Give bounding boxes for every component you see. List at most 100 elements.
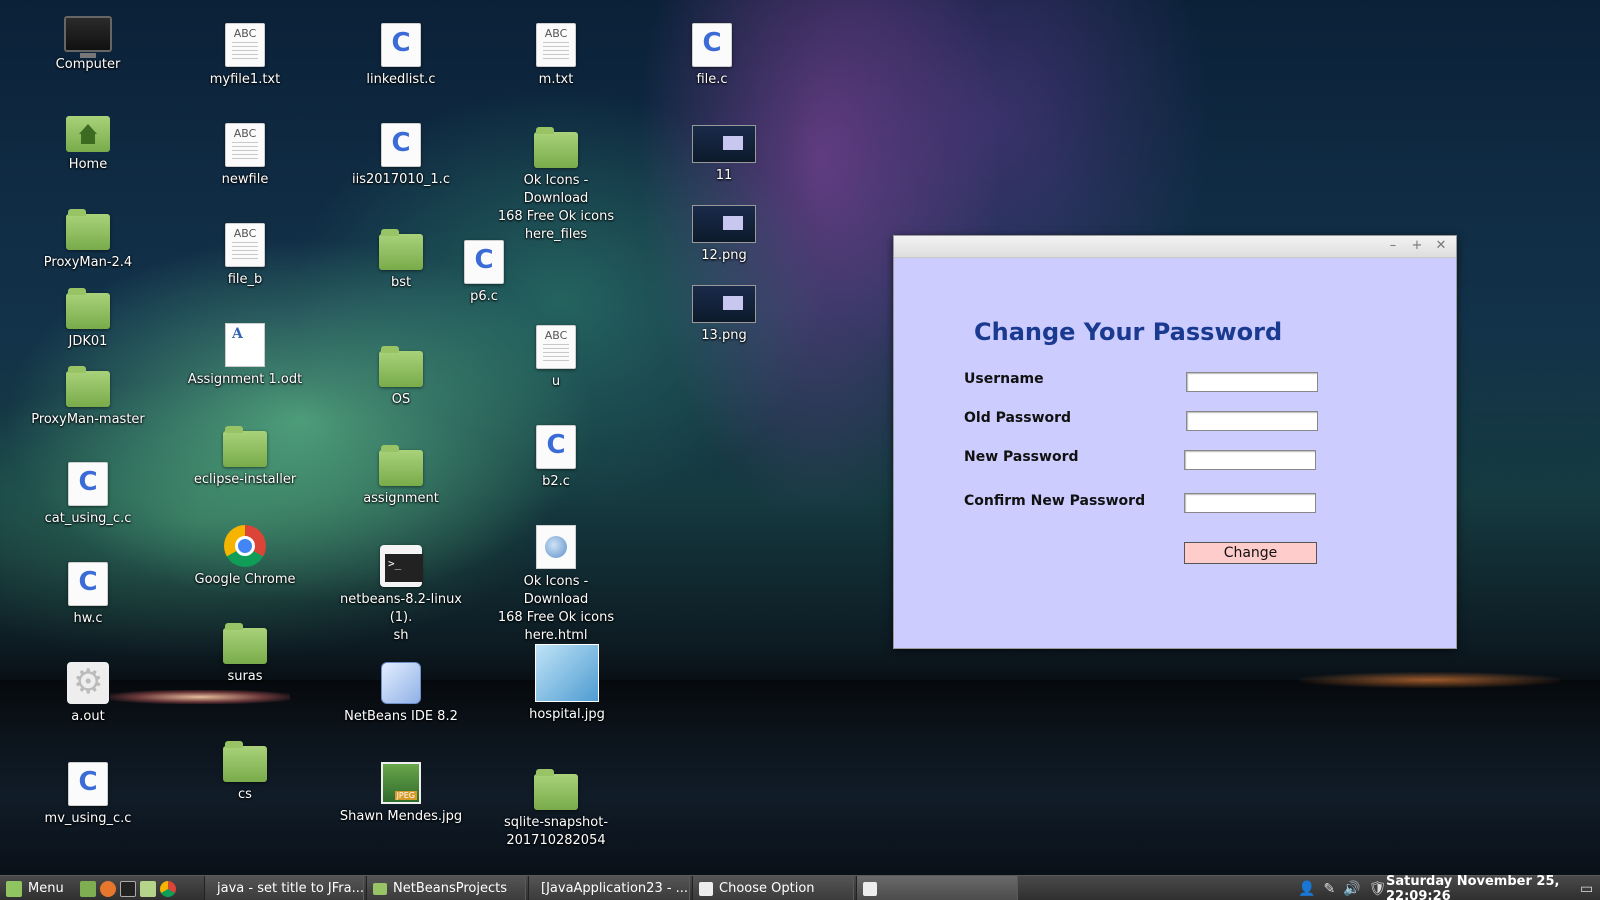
folder-icon (379, 346, 423, 387)
desktop-icon-computer[interactable]: Computer (23, 12, 153, 74)
task-netbeansprojects[interactable]: NetBeansProjects (366, 876, 526, 900)
desktop-icon-b2-c[interactable]: C b2.c (491, 425, 621, 491)
image-thumbnail-icon (692, 285, 756, 323)
desktop-icon-a-out[interactable]: a.out (23, 662, 153, 726)
desktop-icon-netbeans-sh[interactable]: netbeans-8.2-linux (1). sh (336, 545, 466, 645)
change-button[interactable]: Change (1184, 542, 1317, 564)
new-password-input[interactable] (1184, 450, 1316, 470)
desktop-icon-file-b[interactable]: ABC file_b (180, 223, 310, 289)
desktop-icon-ok-icons-files[interactable]: Ok Icons - Download 168 Free Ok icons he… (491, 126, 621, 244)
c-file-icon: C (692, 23, 732, 67)
image-thumbnail-icon (535, 644, 599, 702)
c-file-icon: C (68, 462, 108, 506)
desktop-icon-proxyman-master[interactable]: ProxyMan-master (23, 365, 153, 429)
desktop-icon-newfile[interactable]: ABC newfile (180, 123, 310, 189)
desktop-icon-eclipse-installer[interactable]: eclipse-installer (180, 425, 310, 489)
show-desktop-icon[interactable] (80, 880, 96, 897)
desktop-icon-assignment-odt[interactable]: Assignment 1.odt (180, 323, 310, 389)
quick-launch (74, 876, 200, 900)
folder-icon (223, 426, 267, 467)
desktop-icon-sqlite-snapshot[interactable]: sqlite-snapshot- 201710282054 (491, 768, 621, 850)
change-password-window: – + ✕ Change Your Password Username Old … (893, 235, 1457, 649)
task-chrome-java[interactable]: java - set title to JFra... (204, 876, 364, 900)
firefox-icon[interactable] (100, 880, 116, 897)
c-file-icon: C (381, 123, 421, 167)
desktop-icon-file-c[interactable]: C file.c (647, 23, 777, 89)
c-file-icon: C (381, 23, 421, 67)
desktop-icon-assignment[interactable]: assignment (336, 444, 466, 508)
c-file-icon: C (536, 425, 576, 469)
java-icon (699, 881, 713, 896)
workspace-switcher-icon[interactable]: ▭ (1580, 876, 1593, 900)
task-java-active[interactable] (856, 876, 1018, 900)
confirm-password-input[interactable] (1184, 493, 1316, 513)
folder-icon (373, 882, 387, 895)
terminal-icon[interactable] (120, 880, 136, 897)
text-file-icon: ABC (225, 223, 265, 267)
desktop-icon-iis2017010-c[interactable]: C iis2017010_1.c (336, 123, 466, 189)
desktop-icon-12-png[interactable]: 12.png (659, 205, 789, 265)
desktop-icon-proxyman-2-4[interactable]: ProxyMan-2.4 (23, 208, 153, 272)
desktop-icon-u[interactable]: ABC u (491, 325, 621, 391)
username-input[interactable] (1186, 372, 1318, 392)
text-file-icon: ABC (536, 23, 576, 67)
desktop-icon-home[interactable]: Home (23, 110, 153, 174)
folder-icon (66, 209, 110, 250)
clock[interactable]: Saturday November 25, 22:09:26 (1386, 874, 1600, 900)
c-file-icon: C (68, 762, 108, 806)
old-password-input[interactable] (1186, 411, 1318, 431)
desktop-icon-cat-using-c[interactable]: C cat_using_c.c (23, 462, 153, 528)
folder-icon (223, 623, 267, 664)
desktop-icon-hw-c[interactable]: C hw.c (23, 562, 153, 628)
c-file-icon: C (464, 240, 504, 284)
desktop-icon-google-chrome[interactable]: Google Chrome (180, 525, 310, 589)
desktop-icon-mv-using-c[interactable]: C mv_using_c.c (23, 762, 153, 828)
window-titlebar[interactable]: – + ✕ (894, 236, 1456, 258)
image-thumbnail-icon (692, 125, 756, 163)
desktop-icon-m-txt[interactable]: ABC m.txt (491, 23, 621, 89)
harbor-lights (1300, 672, 1560, 688)
desktop-icon-p6-c[interactable]: C p6.c (419, 240, 549, 306)
menu-button[interactable]: Menu (0, 876, 72, 900)
close-icon[interactable]: ✕ (1433, 238, 1449, 254)
desktop-icon-shawn-mendes[interactable]: Shawn Mendes.jpg (336, 762, 466, 826)
terminal-script-icon (380, 545, 423, 587)
executable-icon (67, 662, 109, 704)
image-thumbnail-icon (692, 205, 756, 243)
user-icon[interactable]: 👤 (1298, 881, 1315, 897)
folder-icon (534, 769, 578, 810)
desktop-icon-myfile1[interactable]: ABC myfile1.txt (180, 23, 310, 89)
desktop-icon-suras[interactable]: suras (180, 622, 310, 686)
desktop-icon-13-png[interactable]: 13.png (659, 285, 789, 345)
desktop-icon-os[interactable]: OS (336, 345, 466, 409)
files-icon[interactable] (140, 880, 156, 897)
c-file-icon: C (68, 562, 108, 606)
maximize-icon[interactable]: + (1409, 238, 1425, 254)
network-icon[interactable]: ✎ (1323, 881, 1335, 897)
old-password-label: Old Password (964, 410, 1072, 426)
jpeg-image-icon (381, 762, 421, 804)
folder-icon (66, 366, 110, 407)
text-file-icon: ABC (536, 325, 576, 369)
desktop-icon-cs[interactable]: cs (180, 740, 310, 804)
system-tray: 👤 ✎ 🔊 🛡 (1298, 876, 1386, 900)
task-choose-option[interactable]: Choose Option (692, 876, 854, 900)
desktop-icon-hospital[interactable]: hospital.jpg (502, 644, 632, 724)
desktop-icon-ok-icons-html[interactable]: Ok Icons - Download 168 Free Ok icons he… (491, 525, 621, 645)
volume-icon[interactable]: 🔊 (1343, 881, 1360, 897)
text-file-icon: ABC (225, 23, 265, 67)
desktop-icon-netbeans-ide[interactable]: NetBeans IDE 8.2 (336, 662, 466, 726)
netbeans-cube-icon (381, 662, 421, 704)
document-icon (225, 323, 265, 367)
task-netbeans-javaapplication[interactable]: [JavaApplication23 - ... (528, 876, 690, 900)
java-icon (863, 881, 877, 896)
form-title: Change Your Password (974, 318, 1283, 346)
desktop-icon-11[interactable]: 11 (659, 125, 789, 185)
chrome-icon[interactable] (160, 880, 176, 897)
shield-icon[interactable]: 🛡 (1369, 881, 1387, 897)
minimize-icon[interactable]: – (1385, 238, 1401, 254)
desktop-icon-jdk01[interactable]: JDK01 (23, 287, 153, 351)
desktop-icon-linkedlist-c[interactable]: C linkedlist.c (336, 23, 466, 89)
chrome-icon (224, 525, 266, 567)
text-file-icon: ABC (225, 123, 265, 167)
